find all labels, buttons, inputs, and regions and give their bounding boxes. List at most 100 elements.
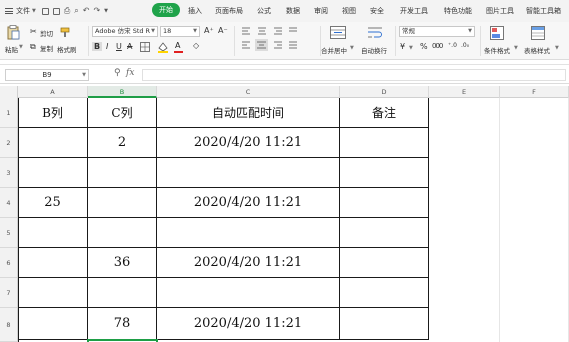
export-icon[interactable] — [52, 7, 60, 15]
font-name-select[interactable]: Adobe 仿宋 Std R ▼ — [92, 26, 158, 37]
print-preview-icon[interactable]: ⌕ — [74, 7, 78, 15]
bold-icon[interactable]: B — [92, 42, 103, 51]
save-icon[interactable] — [41, 7, 49, 15]
formula-input[interactable] — [142, 69, 566, 81]
tab-features[interactable]: 特色功能 — [444, 6, 472, 16]
strikethrough-icon[interactable]: A — [127, 42, 132, 51]
percent-icon[interactable]: % — [420, 42, 428, 51]
chevron-down-icon[interactable]: ▼ — [555, 45, 559, 51]
tab-review[interactable]: 审阅 — [314, 6, 328, 16]
border-icon[interactable] — [140, 42, 150, 52]
tab-view[interactable]: 视图 — [342, 6, 356, 16]
chevron-down-icon[interactable]: ▼ — [350, 45, 354, 51]
paste-dropdown-icon[interactable]: ▼ — [19, 44, 23, 50]
tab-security[interactable]: 安全 — [370, 6, 384, 16]
cell-a8[interactable] — [18, 308, 88, 340]
cut-icon[interactable]: ✂ — [30, 27, 37, 36]
font-size-select[interactable]: 18 ▼ — [160, 26, 200, 37]
cell-d6[interactable] — [340, 248, 429, 278]
fill-color-icon[interactable] — [157, 41, 169, 53]
cell-c5[interactable] — [157, 218, 340, 248]
copy-button[interactable]: 复制 — [40, 43, 53, 53]
tab-smart-toolbox[interactable]: 智能工具箱 — [526, 6, 561, 16]
cell-b3[interactable] — [88, 158, 157, 188]
cell-b5[interactable] — [88, 218, 157, 248]
currency-icon[interactable]: ¥ — [400, 42, 405, 51]
cell-a5[interactable] — [18, 218, 88, 248]
chevron-down-icon[interactable]: ▼ — [82, 70, 86, 80]
cell-b8[interactable]: 78 — [88, 308, 157, 340]
cell-c7[interactable] — [157, 278, 340, 308]
row-header-3[interactable]: 3 — [0, 158, 18, 188]
table-style-icon[interactable] — [531, 26, 545, 40]
cell-b6[interactable]: 36 — [88, 248, 157, 278]
tab-data[interactable]: 数据 — [286, 6, 300, 16]
cell-d1[interactable]: 备注 — [340, 98, 429, 128]
underline-icon[interactable]: U — [116, 42, 122, 51]
tab-developer[interactable]: 开发工具 — [400, 6, 428, 16]
format-painter-icon[interactable] — [60, 27, 70, 38]
cell-b1[interactable]: C列 — [88, 98, 157, 128]
cell-d8[interactable] — [340, 308, 429, 340]
cut-button[interactable]: 剪切 — [40, 28, 53, 38]
shrink-font-icon[interactable]: A⁻ — [218, 26, 228, 35]
cell-a7[interactable] — [18, 278, 88, 308]
cell-b7[interactable] — [88, 278, 157, 308]
column-header-a[interactable]: A — [18, 86, 88, 98]
column-header-f[interactable]: F — [500, 86, 569, 98]
conditional-format-icon[interactable] — [490, 26, 504, 40]
tab-picture-tools[interactable]: 图片工具 — [486, 6, 514, 16]
column-header-d[interactable]: D — [340, 86, 429, 98]
undo-icon[interactable]: ↶ — [83, 7, 90, 15]
column-header-e[interactable]: E — [429, 86, 500, 98]
row-header-8[interactable]: 8 — [0, 308, 18, 342]
merge-center-icon[interactable] — [330, 26, 346, 40]
cell-d3[interactable] — [340, 158, 429, 188]
paste-icon[interactable] — [6, 25, 20, 40]
font-color-icon[interactable]: A — [175, 41, 180, 50]
column-header-b[interactable]: B — [88, 86, 157, 98]
cell-c2[interactable]: 2020/4/20 11:21 — [157, 128, 340, 158]
customize-icon[interactable]: ▼ — [104, 8, 108, 14]
cell-a4[interactable]: 25 — [18, 188, 88, 218]
cell-c8[interactable]: 2020/4/20 11:21 — [157, 308, 340, 340]
merge-center-button[interactable]: 合并居中 — [321, 45, 347, 55]
decrease-decimal-icon[interactable]: .0₀ — [461, 42, 469, 49]
redo-icon[interactable]: ↷ — [93, 7, 100, 15]
zoom-icon[interactable]: ⚲ — [114, 68, 121, 78]
cell-d5[interactable] — [340, 218, 429, 248]
menu-icon[interactable] — [5, 8, 13, 14]
increase-decimal-icon[interactable]: ⁺.0 — [448, 42, 457, 49]
chevron-down-icon[interactable]: ▼ — [32, 8, 36, 14]
column-header-c[interactable]: C — [157, 86, 340, 98]
tab-formulas[interactable]: 公式 — [257, 6, 271, 16]
row-header-4[interactable]: 4 — [0, 188, 18, 218]
italic-icon[interactable]: I — [106, 42, 108, 51]
row-header-6[interactable]: 6 — [0, 248, 18, 278]
chevron-down-icon[interactable]: ▼ — [514, 45, 518, 51]
grow-font-icon[interactable]: A⁺ — [204, 26, 214, 35]
row-header-1[interactable]: 1 — [0, 98, 18, 128]
format-painter-button[interactable]: 格式刷 — [57, 44, 77, 54]
name-box[interactable]: B9 ▼ — [5, 69, 89, 81]
cell-a6[interactable] — [18, 248, 88, 278]
row-header-2[interactable]: 2 — [0, 128, 18, 158]
cell-b4[interactable] — [88, 188, 157, 218]
chevron-down-icon[interactable]: ▼ — [409, 45, 413, 51]
print-icon[interactable]: ⎙ — [64, 7, 70, 15]
cell-c4[interactable]: 2020/4/20 11:21 — [157, 188, 340, 218]
tab-home[interactable]: 开始 — [152, 3, 180, 17]
conditional-format-button[interactable]: 条件格式 — [484, 45, 510, 55]
row-header-5[interactable]: 5 — [0, 218, 18, 248]
cell-c6[interactable]: 2020/4/20 11:21 — [157, 248, 340, 278]
cell-d7[interactable] — [340, 278, 429, 308]
wrap-text-button[interactable]: 自动换行 — [361, 45, 387, 55]
select-all-corner[interactable] — [0, 86, 18, 98]
file-menu[interactable]: 文件 — [16, 6, 30, 16]
cell-a2[interactable] — [18, 128, 88, 158]
cell-d2[interactable] — [340, 128, 429, 158]
cell-a1[interactable]: B列 — [18, 98, 88, 128]
cell-a3[interactable] — [18, 158, 88, 188]
table-style-button[interactable]: 表格样式 — [524, 45, 550, 55]
tab-insert[interactable]: 插入 — [188, 6, 202, 16]
